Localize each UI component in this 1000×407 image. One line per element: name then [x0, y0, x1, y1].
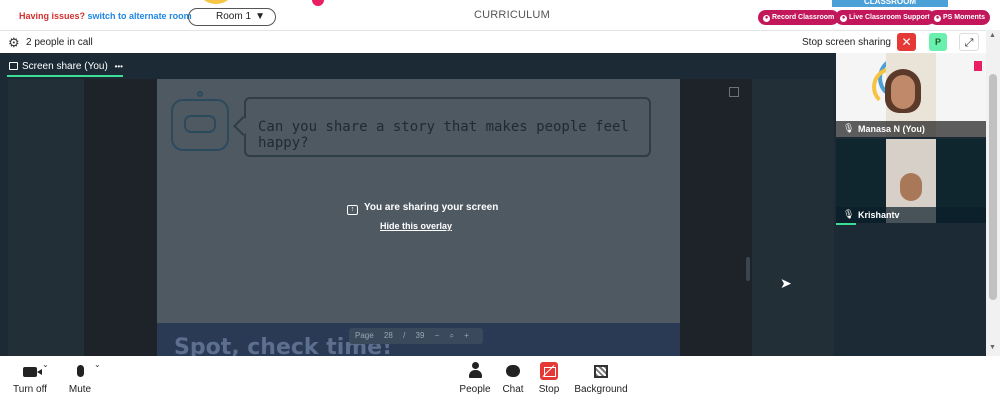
room-select[interactable]: Room 1 ▼ [188, 8, 276, 26]
live-support-button[interactable]: ● Live Classroom Support [835, 10, 935, 25]
page-current[interactable]: 28 [384, 331, 393, 340]
camera-toggle-label: Turn off [13, 384, 47, 395]
people-button[interactable]: People [458, 362, 492, 395]
page-separator: / [403, 331, 406, 340]
mic-icon: 🎙 [843, 123, 855, 133]
share-margin-left [84, 79, 157, 356]
tab-active-indicator [7, 75, 123, 77]
stop-share-label: Stop [538, 384, 560, 395]
background-button[interactable]: Background [573, 362, 629, 395]
active-speaker-indicator [836, 223, 856, 225]
alternate-room-link[interactable]: switch to alternate room [88, 11, 192, 21]
top-bar: Having issues? switch to alternate room … [0, 0, 1000, 30]
popout-icon[interactable] [729, 87, 739, 97]
people-label: People [459, 384, 491, 395]
record-classroom-label: Record Classroom [772, 14, 835, 21]
tab-screen-share[interactable]: Screen share (You) ••• [9, 61, 123, 72]
screen-share-area: Can you share a story that makes people … [8, 79, 834, 360]
background-icon [594, 365, 608, 378]
zoom-out-button[interactable]: − [435, 331, 440, 340]
record-icon: ● [763, 15, 770, 22]
camera-icon [23, 367, 37, 377]
mute-button[interactable]: Mute [66, 362, 94, 395]
live-support-label: Live Classroom Support [849, 14, 930, 21]
call-toolbar: Turn off ⌄ Mute ⌄ People Chat Stop Backg… [0, 356, 1000, 407]
mic-icon [76, 365, 84, 377]
participant-name: Krishantv [858, 210, 900, 220]
page-navigator: Page 28 / 39 − ⌕ + [349, 328, 483, 344]
ps-moments-button[interactable]: ● PS Moments [929, 10, 991, 25]
participant-name-strip: 🎙 Krishantv [836, 207, 986, 223]
slide-question: Can you share a story that makes people … [258, 119, 629, 151]
room-select-value: Room 1 [216, 11, 252, 22]
monitor-icon [9, 62, 18, 70]
classroom-tag: CLASSROOM [832, 0, 948, 7]
stop-sharing-close-button[interactable]: ✕ [897, 33, 916, 51]
curriculum-label: CURRICULUM [474, 9, 550, 21]
more-options-icon[interactable]: ••• [115, 62, 123, 71]
stop-share-icon [540, 362, 558, 380]
zoom-in-button[interactable]: + [464, 331, 469, 340]
stop-screen-sharing-label: Stop screen sharing [802, 37, 891, 48]
issue-text: Having issues? [19, 11, 86, 21]
scroll-down-icon[interactable]: ▼ [989, 344, 996, 351]
scrollbar-thumb[interactable] [989, 74, 997, 300]
decorative-arc-yellow [196, 0, 236, 4]
robot-face [184, 115, 216, 133]
page-scrollbar[interactable]: ▲ ▼ [986, 30, 1000, 356]
share-scroll-handle[interactable] [746, 257, 750, 281]
chevron-down-icon[interactable]: ⌄ [94, 360, 101, 369]
tab-screen-share-label: Screen share (You) [22, 61, 108, 72]
chevron-down-icon[interactable]: ⌄ [42, 360, 49, 369]
sharing-overlay-message: ↑ You are sharing your screen [347, 202, 498, 215]
ps-moments-label: PS Moments [943, 14, 986, 21]
participant-tile-other[interactable]: 🎙 Krishantv [836, 139, 986, 225]
hide-overlay-link[interactable]: Hide this overlay [380, 221, 452, 231]
sharing-note-text: You are sharing your screen [364, 202, 499, 213]
people-count: 2 people in call [26, 37, 93, 48]
mute-label: Mute [68, 384, 92, 395]
upload-icon: ↑ [347, 205, 358, 215]
background-label: Background [574, 384, 628, 395]
call-header: ⚙ 2 people in call Stop screen sharing ✕… [0, 30, 986, 53]
scroll-up-icon[interactable]: ▲ [989, 32, 996, 39]
people-icon [468, 362, 482, 378]
stop-share-button[interactable]: Stop [537, 362, 561, 395]
video-call-screen: Having issues? switch to alternate room … [0, 0, 1000, 407]
gear-icon[interactable]: ⚙ [8, 35, 20, 51]
zoom-icon[interactable]: ⌕ [450, 331, 454, 340]
participant-name: Manasa N (You) [858, 124, 925, 134]
decorative-arc-pink [312, 0, 324, 6]
call-stage: Screen share (You) ••• Can you share a s… [0, 53, 986, 360]
chevron-down-icon: ▼ [255, 11, 265, 22]
robot-icon [171, 91, 229, 151]
page-label: Page [355, 331, 374, 340]
mouse-cursor-icon: ➤ [780, 275, 792, 291]
moments-icon: ● [934, 15, 941, 22]
participant-face [891, 75, 915, 109]
chat-button[interactable]: Chat [501, 362, 525, 395]
participant-face [900, 173, 922, 201]
share-margin-right [680, 79, 752, 356]
support-icon: ● [840, 15, 847, 22]
participant-name-strip: 🎙 Manasa N (You) [836, 121, 986, 137]
page-total: 39 [415, 331, 425, 340]
chat-label: Chat [502, 384, 524, 395]
chat-icon [506, 365, 520, 377]
record-classroom-button[interactable]: ● Record Classroom [758, 10, 840, 25]
brand-logo [974, 61, 982, 71]
shared-slide: Can you share a story that makes people … [157, 79, 792, 323]
avatar[interactable]: P [929, 33, 947, 51]
expand-icon[interactable]: ⤢ [959, 33, 979, 51]
robot-antenna [197, 91, 203, 97]
issue-notice: Having issues? switch to alternate room [19, 11, 192, 21]
mic-icon: 🎙 [843, 209, 855, 219]
participant-tile-self[interactable]: 🎙 Manasa N (You) [836, 53, 986, 137]
